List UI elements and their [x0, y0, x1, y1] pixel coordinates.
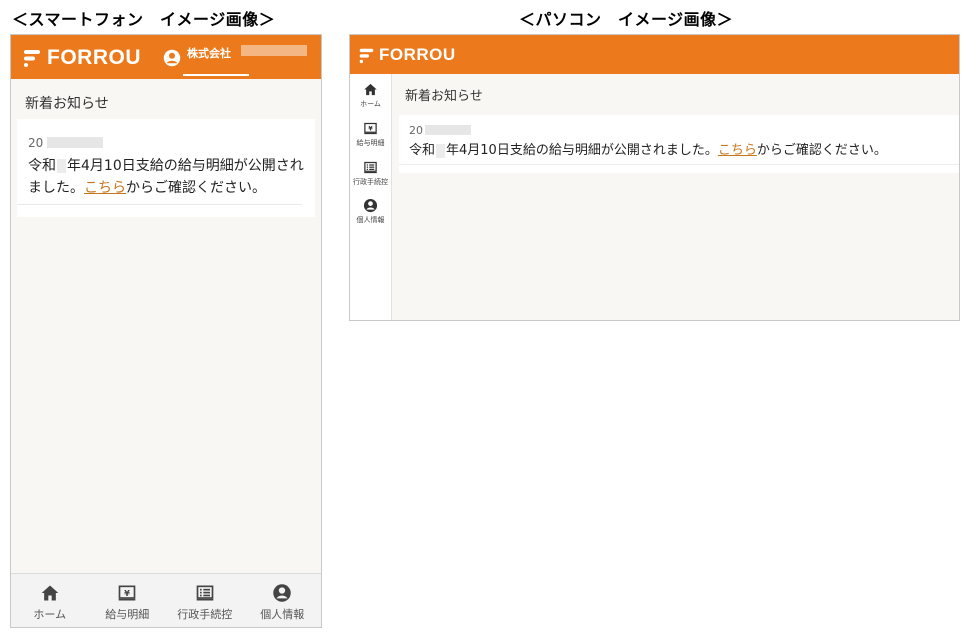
redacted-era-year [436, 143, 446, 158]
sidebar-item-admin-procedures[interactable]: 行政手続控 [350, 160, 391, 187]
pc-screen: FORROU ホーム ¥ 給与明細 行政手続控 個人情報 新着お知らせ 20 令… [349, 34, 960, 321]
tab-label: 給与明細 [105, 608, 150, 621]
sidebar-item-personal-info[interactable]: 個人情報 [350, 198, 391, 225]
card-divider [17, 204, 302, 205]
notice-link[interactable]: こちら [718, 143, 757, 158]
tab-label: 個人情報 [260, 608, 305, 621]
sidebar-item-payslip[interactable]: ¥ 給与明細 [350, 121, 391, 148]
redacted-era-year [57, 159, 66, 173]
sidebar-item-label: 行政手続控 [353, 178, 388, 186]
document-list-icon [196, 585, 214, 601]
brand-logo[interactable]: FORROU [22, 46, 141, 70]
news-section-title: 新着お知らせ [405, 89, 483, 104]
bottom-tab-bar: ホーム ¥ 給与明細 行政手続控 個人情報 [11, 573, 322, 627]
tab-payslip[interactable]: ¥ 給与明細 [89, 574, 167, 627]
redacted-company [241, 45, 307, 56]
tab-label: ホーム [33, 608, 67, 621]
account-underline [183, 74, 249, 76]
tab-admin-procedures[interactable]: 行政手続控 [166, 574, 244, 627]
pc-caption: ＜パソコン イメージ画像＞ [519, 10, 734, 29]
tab-personal-info[interactable]: 個人情報 [244, 574, 322, 627]
home-icon [41, 585, 59, 601]
brand-name: FORROU [379, 45, 456, 64]
svg-text:¥: ¥ [368, 126, 373, 133]
notice-date: 20 [28, 136, 44, 150]
card-divider [399, 164, 959, 165]
notice-card: 20 令和 年4月10日支給の給与明細が公開されました。こちらからご確認ください。 [17, 119, 315, 217]
yen-icon: ¥ [364, 122, 377, 135]
forrou-logo-icon [24, 50, 40, 67]
home-icon [364, 83, 377, 96]
redacted-date [425, 125, 471, 135]
company-name: 株式会社 [187, 47, 231, 60]
app-header: FORROU [350, 35, 959, 74]
sidebar-item-label: 個人情報 [356, 216, 385, 224]
notice-card: 20 令和 年4月10日支給の給与明細が公開されました。こちらからご確認ください。 [399, 115, 959, 173]
app-header: FORROU 株式会社 [11, 35, 321, 79]
brand-logo[interactable]: FORROU [358, 45, 456, 65]
brand-name: FORROU [47, 46, 141, 69]
tab-label: 行政手続控 [177, 608, 233, 621]
sidebar-item-label: 給与明細 [356, 139, 385, 147]
smartphone-screen: FORROU 株式会社 新着お知らせ 20 令和 年4月10日支給の給与明細が公開… [10, 34, 322, 628]
notice-date: 20 [409, 124, 423, 137]
notice-link[interactable]: こちら [84, 180, 126, 196]
notice-message: 令和 年4月10日支給の給与明細が公開されました。こちらからご確認ください。 [409, 143, 887, 158]
redacted-date [47, 137, 103, 148]
user-icon [273, 584, 291, 602]
notice-message: 令和 年4月10日支給の給与明細が公開されました。こちらからご確認ください。 [28, 158, 304, 196]
side-nav: ホーム ¥ 給与明細 行政手続控 個人情報 [350, 74, 392, 320]
news-section-title: 新着お知らせ [25, 96, 109, 112]
tab-home[interactable]: ホーム [11, 574, 89, 627]
forrou-logo-icon [359, 48, 374, 63]
sidebar-item-label: ホーム [360, 100, 381, 108]
user-circle-icon [163, 49, 181, 67]
sidebar-item-home[interactable]: ホーム [350, 82, 391, 109]
user-icon [363, 198, 378, 213]
document-list-icon [364, 161, 377, 174]
yen-icon: ¥ [118, 585, 136, 601]
phone-caption: ＜スマートフォン イメージ画像＞ [12, 10, 276, 29]
svg-text:¥: ¥ [124, 588, 130, 598]
